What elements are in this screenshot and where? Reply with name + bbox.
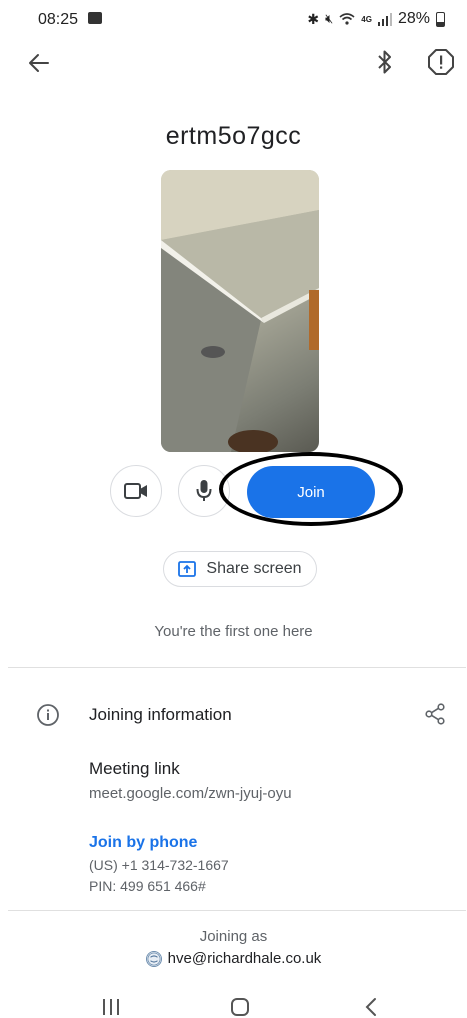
meeting-code-title: ertm5o7gcc xyxy=(165,122,302,150)
preview-scene xyxy=(161,170,319,452)
share-screen-label: Share screen xyxy=(206,560,302,577)
dial-in-pin: PIN: 499 651 466# xyxy=(89,878,206,894)
joining-information-title: Joining information xyxy=(89,705,232,724)
meeting-link-url[interactable]: meet.google.com/zwn-jyuj-oyu xyxy=(89,785,292,802)
nav-back-icon[interactable] xyxy=(364,997,378,1017)
account-avatar-icon xyxy=(145,950,162,967)
bluetooth-icon[interactable] xyxy=(374,49,396,75)
present-screen-icon xyxy=(178,561,197,577)
home-icon[interactable] xyxy=(230,997,250,1017)
share-screen-button[interactable]: Share screen xyxy=(163,551,317,587)
status-time: 08:25 xyxy=(38,11,79,28)
image-notification-icon xyxy=(88,12,102,24)
microphone-icon xyxy=(196,480,212,501)
back-arrow-icon[interactable] xyxy=(26,50,52,76)
signal-status-icon xyxy=(377,12,392,26)
section-divider xyxy=(8,910,466,911)
share-icon[interactable] xyxy=(423,702,447,726)
wifi-status-icon xyxy=(339,13,355,25)
network-type-label: 4G xyxy=(361,14,372,24)
camera-toggle-button[interactable] xyxy=(110,465,162,517)
meeting-link-label: Meeting link xyxy=(89,759,180,778)
recent-apps-icon[interactable] xyxy=(101,998,121,1016)
account-row: hve@richardhale.co.uk xyxy=(0,950,467,967)
account-email: hve@richardhale.co.uk xyxy=(167,950,322,967)
dial-in-number[interactable]: (US) +1 314-732-1667 xyxy=(89,857,229,873)
section-divider xyxy=(8,667,466,668)
battery-icon xyxy=(436,11,445,27)
camera-preview xyxy=(161,170,319,452)
battery-percent: 28% xyxy=(397,10,430,27)
join-by-phone-link[interactable]: Join by phone xyxy=(89,834,197,852)
report-problem-icon[interactable] xyxy=(427,48,455,76)
info-icon xyxy=(37,704,59,726)
highlight-annotation-ellipse xyxy=(219,452,403,526)
bluetooth-status-icon: ✱ xyxy=(307,10,320,27)
status-indicators: ✱ 🔇︎ 4G 28% xyxy=(307,10,445,28)
joining-as-label: Joining as xyxy=(199,928,268,945)
participant-status-text: You're the first one here xyxy=(154,623,313,640)
videocam-icon xyxy=(124,483,147,499)
mute-status-icon: 🔇︎ xyxy=(325,11,334,26)
